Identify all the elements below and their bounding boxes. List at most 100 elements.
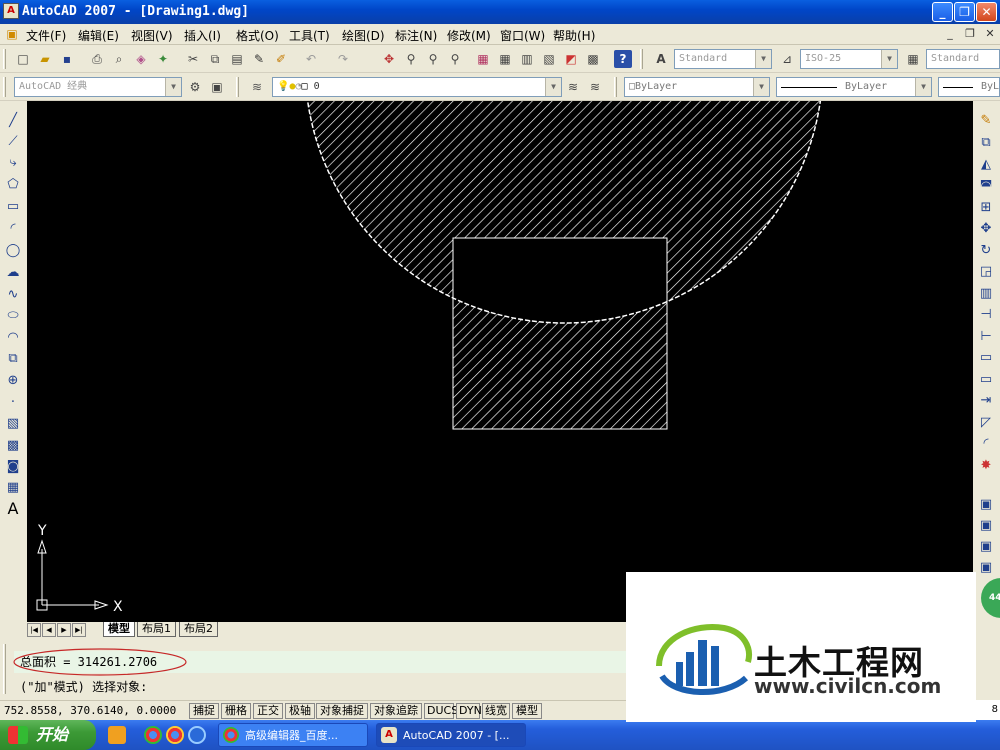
- maximize-button[interactable]: ❐: [954, 2, 975, 22]
- draworder-back-icon[interactable]: ▣: [977, 516, 995, 534]
- spline-icon[interactable]: ∿: [4, 285, 22, 303]
- next-tab-icon[interactable]: ▶: [57, 623, 71, 637]
- copy-object-icon[interactable]: ⧉: [977, 133, 995, 151]
- ortho-toggle[interactable]: 正交: [253, 703, 283, 719]
- sheet-set-icon[interactable]: ▧: [540, 50, 558, 68]
- print-preview-icon[interactable]: ⌕: [110, 50, 128, 68]
- print-icon[interactable]: ⎙: [88, 50, 106, 68]
- hatch-icon[interactable]: ▧: [4, 414, 22, 432]
- paste-icon[interactable]: ▤: [228, 50, 246, 68]
- tab-layout1[interactable]: 布局1: [137, 622, 176, 637]
- erase-icon[interactable]: ✎: [977, 111, 995, 129]
- lineweight-toggle[interactable]: 线宽: [482, 703, 510, 719]
- undo-icon[interactable]: ↶: [302, 50, 320, 68]
- snap-toggle[interactable]: 捕捉: [189, 703, 219, 719]
- extend-icon[interactable]: ⊢: [977, 327, 995, 345]
- chevron-down-icon[interactable]: ▼: [755, 50, 771, 68]
- mdi-close-button[interactable]: ✕: [982, 27, 998, 41]
- region-icon[interactable]: ◙: [4, 457, 22, 475]
- multiline-text-icon[interactable]: A: [4, 499, 22, 518]
- taskbar-browser-item[interactable]: 高级编辑器_百度...: [218, 723, 368, 747]
- dim-style-icon[interactable]: ⊿: [778, 50, 796, 68]
- markup-icon[interactable]: ◩: [562, 50, 580, 68]
- chevron-down-icon[interactable]: ▼: [881, 50, 897, 68]
- redo-icon[interactable]: ↷: [334, 50, 352, 68]
- first-tab-icon[interactable]: |◀: [27, 623, 41, 637]
- otrack-toggle[interactable]: 对象追踪: [370, 703, 422, 719]
- menu-edit[interactable]: 编辑(E): [78, 27, 119, 44]
- menu-file[interactable]: 文件(F): [26, 27, 66, 44]
- zoom-previous-icon[interactable]: ⚲: [446, 50, 464, 68]
- circle-icon[interactable]: ◯: [4, 241, 22, 259]
- gradient-icon[interactable]: ▩: [4, 436, 22, 454]
- rectangle-icon[interactable]: ▭: [4, 197, 22, 215]
- drawing-canvas[interactable]: Y X: [27, 101, 973, 623]
- last-tab-icon[interactable]: ▶|: [72, 623, 86, 637]
- drawing-svg[interactable]: Y X: [27, 101, 973, 623]
- layer-manager-icon[interactable]: ≋: [248, 78, 266, 96]
- publish-icon[interactable]: ◈: [132, 50, 150, 68]
- menu-modify[interactable]: 修改(M): [447, 27, 491, 44]
- chevron-down-icon[interactable]: ▼: [545, 78, 561, 96]
- layer-previous-icon[interactable]: ≋: [586, 78, 604, 96]
- toolbar-grip[interactable]: [3, 49, 6, 69]
- rotate-icon[interactable]: ↻: [977, 241, 995, 259]
- toolbar-grip[interactable]: [640, 49, 643, 69]
- ellipse-arc-icon[interactable]: ◠: [4, 328, 22, 346]
- break-at-point-icon[interactable]: ▭: [977, 348, 995, 366]
- my-workspace-icon[interactable]: ▣: [208, 78, 226, 96]
- table-style-select[interactable]: Standard: [926, 49, 1000, 69]
- insert-block-icon[interactable]: ⧉: [4, 349, 22, 367]
- menu-window[interactable]: 窗口(W): [500, 27, 545, 44]
- menu-draw[interactable]: 绘图(D): [342, 27, 385, 44]
- chrome-icon[interactable]: [144, 726, 162, 744]
- model-toggle[interactable]: 模型: [512, 703, 542, 719]
- close-button[interactable]: ✕: [976, 2, 997, 22]
- osnap-toggle[interactable]: 对象捕捉: [316, 703, 368, 719]
- break-icon[interactable]: ▭: [977, 370, 995, 388]
- document-icon[interactable]: ▣: [3, 25, 21, 43]
- pan-icon[interactable]: ✥: [380, 50, 398, 68]
- match-properties-icon[interactable]: ✎: [250, 50, 268, 68]
- layer-select[interactable]: 💡●◔□ 0 ▼: [272, 77, 562, 97]
- ellipse-icon[interactable]: ⬭: [4, 306, 22, 324]
- save-icon[interactable]: ▪: [58, 50, 76, 68]
- line-icon[interactable]: ╱: [4, 111, 22, 129]
- ie-icon[interactable]: [188, 726, 206, 744]
- grid-toggle[interactable]: 栅格: [221, 703, 251, 719]
- tab-model[interactable]: 模型: [103, 622, 135, 637]
- quicklaunch-app-icon[interactable]: [108, 726, 126, 744]
- toolbar-grip[interactable]: [3, 77, 6, 97]
- tab-layout2[interactable]: 布局2: [179, 622, 218, 637]
- help-icon[interactable]: ?: [614, 50, 632, 68]
- dim-style-select[interactable]: ISO-25 ▼: [800, 49, 898, 69]
- zoom-window-icon[interactable]: ⚲: [424, 50, 442, 68]
- toolbar-grip[interactable]: [236, 77, 239, 97]
- draworder-front-icon[interactable]: ▣: [977, 495, 995, 513]
- chrome-icon[interactable]: [166, 726, 184, 744]
- cut-icon[interactable]: ✂: [184, 50, 202, 68]
- minimize-button[interactable]: _: [932, 2, 953, 22]
- revision-cloud-icon[interactable]: ☁: [4, 263, 22, 281]
- menu-help[interactable]: 帮助(H): [553, 27, 595, 44]
- workspace-settings-icon[interactable]: ⚙: [186, 78, 204, 96]
- explode-icon[interactable]: ✸: [977, 456, 995, 474]
- menu-view[interactable]: 视图(V): [131, 27, 173, 44]
- menu-tools[interactable]: 工具(T): [289, 27, 330, 44]
- text-style-icon[interactable]: A: [652, 50, 670, 68]
- linetype-select[interactable]: ByLayer ▼: [776, 77, 932, 97]
- design-center-icon[interactable]: ▦: [496, 50, 514, 68]
- table-style-icon[interactable]: ▦: [904, 50, 922, 68]
- new-file-icon[interactable]: □: [14, 50, 32, 68]
- hatched-region[interactable]: [305, 101, 823, 429]
- point-icon[interactable]: ·: [4, 393, 22, 411]
- command-grip[interactable]: [3, 644, 6, 694]
- stretch-icon[interactable]: ▥: [977, 284, 995, 302]
- fillet-icon[interactable]: ◜: [977, 434, 995, 452]
- draworder-under-icon[interactable]: ▣: [977, 558, 995, 576]
- polygon-icon[interactable]: ⬠: [4, 175, 22, 193]
- arc-icon[interactable]: ◜: [4, 219, 22, 237]
- properties-icon[interactable]: ▦: [474, 50, 492, 68]
- make-block-icon[interactable]: ⊕: [4, 371, 22, 389]
- dyn-toggle[interactable]: DYN: [456, 703, 482, 719]
